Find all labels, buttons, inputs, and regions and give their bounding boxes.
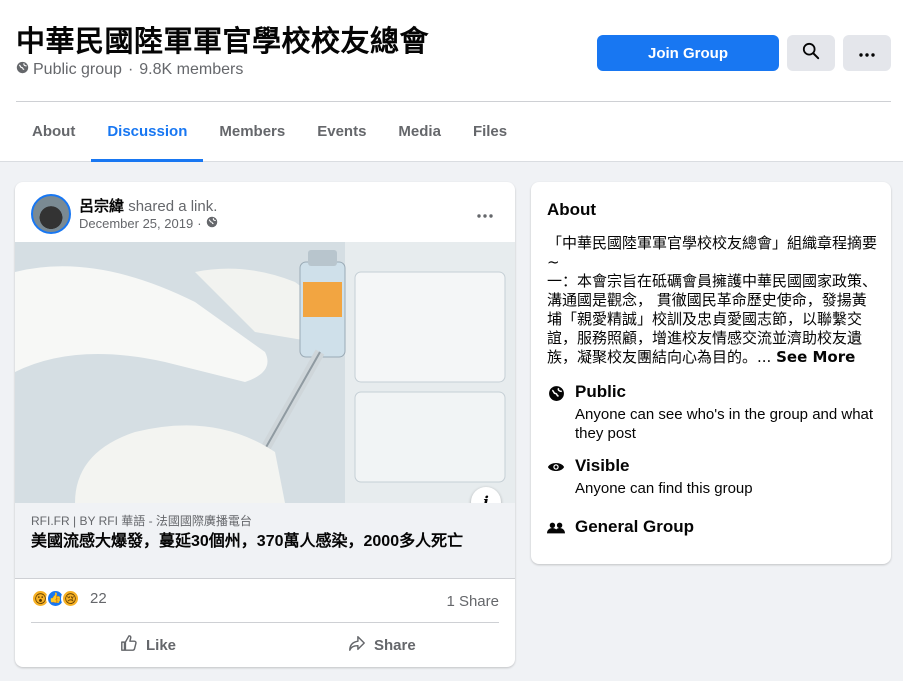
tab-files[interactable]: Files — [457, 102, 523, 161]
about-description-text: 「中華民國陸軍軍官學校校友總會」組織章程摘要~ 一：本會宗旨在砥礪會員擁護中華民… — [547, 234, 878, 366]
share-button[interactable]: Share — [348, 630, 416, 660]
about-item-title: General Group — [575, 517, 695, 536]
more-icon — [859, 44, 875, 62]
search-icon — [802, 42, 820, 65]
thumbs-up-icon — [120, 634, 138, 656]
join-group-button[interactable]: Join Group — [597, 35, 779, 71]
eye-icon — [547, 458, 565, 476]
tab-members[interactable]: Members — [203, 102, 301, 161]
about-item-public: Public Anyone can see who's in the group… — [547, 382, 877, 443]
about-item-visible: Visible Anyone can find this group — [547, 456, 877, 498]
actions-divider — [31, 622, 499, 623]
about-card: About 「中華民國陸軍軍官學校校友總會」組織章程摘要~ 一：本會宗旨在砥礪會… — [531, 182, 891, 564]
people-icon — [547, 519, 565, 537]
date-separator: · — [197, 216, 202, 231]
group-tabs: About Discussion Members Events Media Fi… — [16, 102, 523, 162]
link-headline[interactable]: 美國流感大爆發，蔓延30個州，370萬人感染，2000多人死亡 — [31, 532, 499, 552]
tab-events[interactable]: Events — [301, 102, 382, 161]
meta-separator: · — [127, 61, 134, 78]
member-count[interactable]: 9.8K members — [139, 61, 243, 79]
post-date-line: December 25, 2019 · — [79, 216, 218, 231]
link-source: RFI.FR | BY RFI 華語 - 法國國際廣播電台 — [31, 514, 252, 528]
privacy-label: Public group — [33, 61, 122, 78]
sad-reaction-icon: 😢 — [61, 589, 80, 608]
avatar[interactable] — [31, 194, 71, 234]
about-description: 「中華民國陸軍軍官學校校友總會」組織章程摘要~ 一：本會宗旨在砥礪會員擁護中華民… — [547, 234, 877, 367]
share-label: Share — [374, 636, 416, 654]
globe-icon — [206, 216, 218, 231]
link-preview-box[interactable]: RFI.FR | BY RFI 華語 - 法國國際廣播電台 美國流感大爆發，蔓延… — [15, 503, 515, 579]
feed-post: 呂宗緯 shared a link. December 25, 2019 · i — [15, 182, 515, 667]
share-count[interactable]: 1 Share — [446, 593, 499, 610]
group-name: 中華民國陸軍軍官學校校友總會 — [16, 24, 430, 58]
tab-discussion[interactable]: Discussion — [91, 102, 204, 162]
about-item-desc: Anyone can find this group — [575, 480, 753, 497]
post-author-line: 呂宗緯 shared a link. — [79, 195, 217, 216]
reactions-summary[interactable]: 😮 👍 😢 22 — [31, 589, 107, 608]
more-options-button[interactable] — [843, 35, 891, 71]
post-author[interactable]: 呂宗緯 — [79, 198, 124, 215]
group-header: 中華民國陸軍軍官學校校友總會 Public group · 9.8K membe… — [0, 0, 903, 162]
post-date[interactable]: December 25, 2019 — [79, 216, 193, 231]
tab-about[interactable]: About — [16, 102, 91, 161]
about-item-desc: Anyone can see who's in the group and wh… — [575, 406, 874, 442]
about-item-general-group: General Group — [547, 517, 877, 537]
like-button[interactable]: Like — [120, 630, 176, 660]
about-item-title: Public — [575, 382, 627, 401]
reaction-count: 22 — [90, 590, 107, 607]
like-label: Like — [146, 636, 177, 654]
link-preview-image[interactable] — [15, 242, 515, 503]
see-more-link[interactable]: See More — [776, 348, 855, 366]
globe-icon — [16, 61, 29, 79]
post-action: shared a link. — [128, 198, 218, 215]
about-item-title: Visible — [575, 456, 630, 475]
tab-media[interactable]: Media — [382, 102, 457, 161]
search-button[interactable] — [787, 35, 835, 71]
share-icon — [348, 634, 366, 656]
globe-icon — [547, 384, 565, 402]
post-options-button[interactable] — [477, 202, 493, 223]
group-meta: Public group · 9.8K members — [16, 61, 243, 79]
about-title: About — [547, 200, 597, 219]
